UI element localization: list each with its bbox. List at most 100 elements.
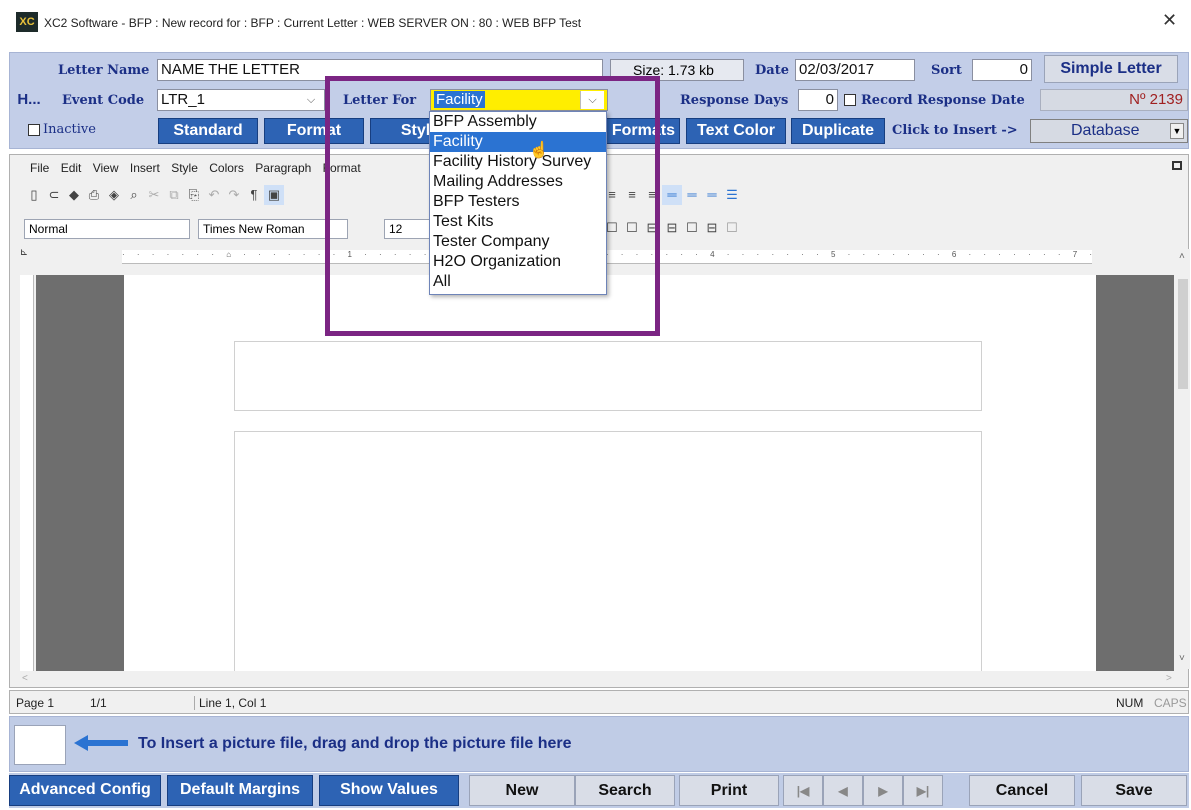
insert-select-value: Database [1071,122,1140,139]
h-button[interactable]: H... [12,89,46,113]
date-field[interactable]: 02/03/2017 [795,59,915,81]
picture-drop-area[interactable]: To Insert a picture file, drag and drop … [9,716,1189,772]
vertical-ruler [20,275,34,671]
horizontal-scrollbar[interactable]: < > [20,673,1176,687]
bottom-toolbar: Advanced Config Default Margins Show Val… [9,773,1189,808]
record-response-checkbox[interactable] [844,94,856,106]
print-icon[interactable]: ◈ [104,185,124,205]
print-button[interactable]: Print [679,775,779,806]
picture-hint-text: To Insert a picture file, drag and drop … [138,735,572,752]
border-inner-icon[interactable]: ⊟ [702,218,722,238]
dropdown-option[interactable]: Test Kits [430,212,606,232]
date-label: Date [755,63,789,78]
find-icon[interactable]: ⌕ [124,185,144,205]
previous-record-icon[interactable]: ◀ [823,775,863,806]
line-spacing-2-icon[interactable]: ═ [702,185,722,205]
save-button[interactable]: Save [1081,775,1187,806]
border-all-icon[interactable]: ☐ [682,218,702,238]
line-spacing-15-icon[interactable]: ═ [682,185,702,205]
status-position: Line 1, Col 1 [194,696,266,710]
open-folder-icon[interactable]: ⊂ [44,185,64,205]
dropdown-option[interactable]: Tester Company [430,232,606,252]
scroll-down-icon[interactable]: ˅ [1179,653,1185,664]
text-color-button[interactable]: Text Color [686,118,786,144]
duplicate-button[interactable]: Duplicate [791,118,885,144]
cancel-button[interactable]: Cancel [969,775,1075,806]
bullet-list-icon[interactable]: ☰ [722,185,742,205]
dropdown-option[interactable]: BFP Testers [430,192,606,212]
record-response-label: Record Response Date [861,93,1025,108]
dropdown-option[interactable]: H2O Organization [430,252,606,272]
inactive-checkbox[interactable] [28,124,40,136]
scroll-right-icon[interactable]: > [1166,673,1172,684]
default-margins-button[interactable]: Default Margins [167,775,313,806]
record-number: Nº 2139 [1040,89,1188,111]
standard-button[interactable]: Standard [158,118,258,144]
menu-file[interactable]: File [30,161,49,175]
response-days-label: Response Days [680,93,789,108]
menu-style[interactable]: Style [171,161,198,175]
response-days-field[interactable]: 0 [798,89,838,111]
status-num: NUM [1116,696,1144,710]
show-values-button[interactable]: Show Values [319,775,459,806]
menu-colors[interactable]: Colors [209,161,244,175]
menu-view[interactable]: View [93,161,119,175]
field-icon[interactable]: ▣ [264,185,284,205]
copy-icon[interactable]: ⧉ [164,185,184,205]
window-title: XC2 Software - BFP : New record for : BF… [44,16,582,30]
last-record-icon[interactable]: ▶| [903,775,943,806]
letter-for-dropdown[interactable]: BFP Assembly Facility Facility History S… [429,111,607,295]
body-area[interactable] [234,431,982,671]
border-bottom-icon[interactable]: ⊟ [662,218,682,238]
insert-select[interactable]: Database [1030,119,1188,143]
inactive-label: Inactive [43,122,96,137]
line-spacing-1-icon[interactable]: ═ [662,185,682,205]
app-logo-icon: XC [16,12,38,32]
sort-field[interactable]: 0 [972,59,1032,81]
picture-thumbnail[interactable] [14,725,66,765]
title-bar: XC XC2 Software - BFP : New record for :… [0,0,1191,46]
status-page: Page 1 [16,696,55,710]
size-value: 1.73 kb [668,62,714,78]
status-caps: CAPS [1154,696,1187,710]
chevron-down-icon[interactable]: ⌵ [300,91,322,109]
vertical-scrollbar[interactable]: ˄ ˅ [1176,249,1190,669]
cut-icon[interactable]: ✂ [144,185,164,205]
redo-icon[interactable]: ↷ [224,185,244,205]
new-button[interactable]: New [469,775,575,806]
menu-insert[interactable]: Insert [130,161,160,175]
print-preview-icon[interactable]: ⎙ [84,185,104,205]
save-disk-icon[interactable]: ◆ [64,185,84,205]
close-icon[interactable]: ✕ [1162,10,1177,31]
letter-name-label: Letter Name [58,63,150,78]
event-code-label: Event Code [62,93,145,108]
advanced-config-button[interactable]: Advanced Config [9,775,161,806]
chevron-down-icon[interactable]: ▼ [1170,123,1184,139]
scroll-left-icon[interactable]: < [22,673,28,684]
tab-stop-icon[interactable]: ⊾ [14,247,34,265]
header-area[interactable] [234,341,982,411]
style-select[interactable]: Normal [24,219,190,239]
dropdown-option[interactable]: Facility History Survey [430,152,606,172]
search-button[interactable]: Search [575,775,675,806]
dropdown-option[interactable]: All [430,272,606,292]
menu-edit[interactable]: Edit [61,161,82,175]
simple-letter-button[interactable]: Simple Letter [1044,55,1178,83]
paste-icon[interactable]: ⎘ [184,185,204,205]
dropdown-option[interactable]: Mailing Addresses [430,172,606,192]
pilcrow-icon[interactable]: ¶ [244,185,264,205]
border-none-icon[interactable]: ☐ [722,218,742,238]
new-doc-icon[interactable]: ▯ [24,185,44,205]
status-pages: 1/1 [90,696,107,710]
first-record-icon[interactable]: |◀ [783,775,823,806]
scroll-up-icon[interactable]: ˄ [1179,251,1185,262]
dropdown-option[interactable]: BFP Assembly [430,112,606,132]
click-to-insert-label: Click to Insert -> [892,123,1018,138]
maximize-icon[interactable] [1172,161,1182,170]
undo-icon[interactable]: ↶ [204,185,224,205]
next-record-icon[interactable]: ▶ [863,775,903,806]
menu-paragraph[interactable]: Paragraph [255,161,311,175]
editor-menu-bar: File Edit View Insert Style Colors Parag… [30,161,369,175]
scrollbar-thumb[interactable] [1178,279,1188,389]
dropdown-option-selected[interactable]: Facility [430,132,606,152]
